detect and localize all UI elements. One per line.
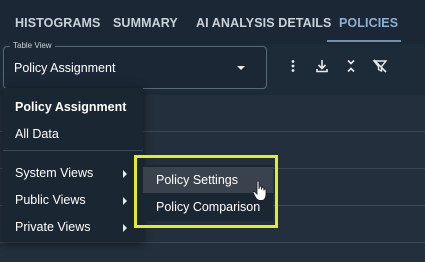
tab-summary[interactable]: SUMMARY [113,16,178,30]
tab-bar: HISTOGRAMS SUMMARY AI ANALYSIS DETAILS P… [0,0,425,44]
menu-item-policy-assignment[interactable]: Policy Assignment [15,100,126,114]
collapse-icon[interactable] [343,58,359,74]
hand-cursor-icon [252,180,268,202]
menu-divider [3,150,143,151]
tab-ai-analysis-details[interactable]: AI ANALYSIS DETAILS [196,16,331,30]
row-divider [0,242,425,243]
download-icon[interactable] [314,58,330,74]
menu-item-private-views[interactable]: Private Views [15,220,91,234]
clear-filter-icon[interactable] [372,58,388,74]
menu-item-system-views[interactable]: System Views [15,166,93,180]
chevron-right-icon [123,224,127,232]
tab-policies[interactable]: POLICIES [339,16,398,30]
active-tab-indicator [327,40,401,42]
table-view-value[interactable]: Policy Assignment [14,61,115,75]
caret-down-icon[interactable] [237,66,245,70]
chevron-right-icon [123,170,127,178]
table-view-menu: Policy Assignment All Data System Views … [3,88,143,242]
chevron-right-icon [123,197,127,205]
menu-item-all-data[interactable]: All Data [15,127,59,141]
tab-histograms[interactable]: HISTOGRAMS [15,16,101,30]
more-vert-icon[interactable] [285,58,301,74]
menu-item-public-views[interactable]: Public Views [15,193,86,207]
table-view-label: Table View [10,41,55,50]
